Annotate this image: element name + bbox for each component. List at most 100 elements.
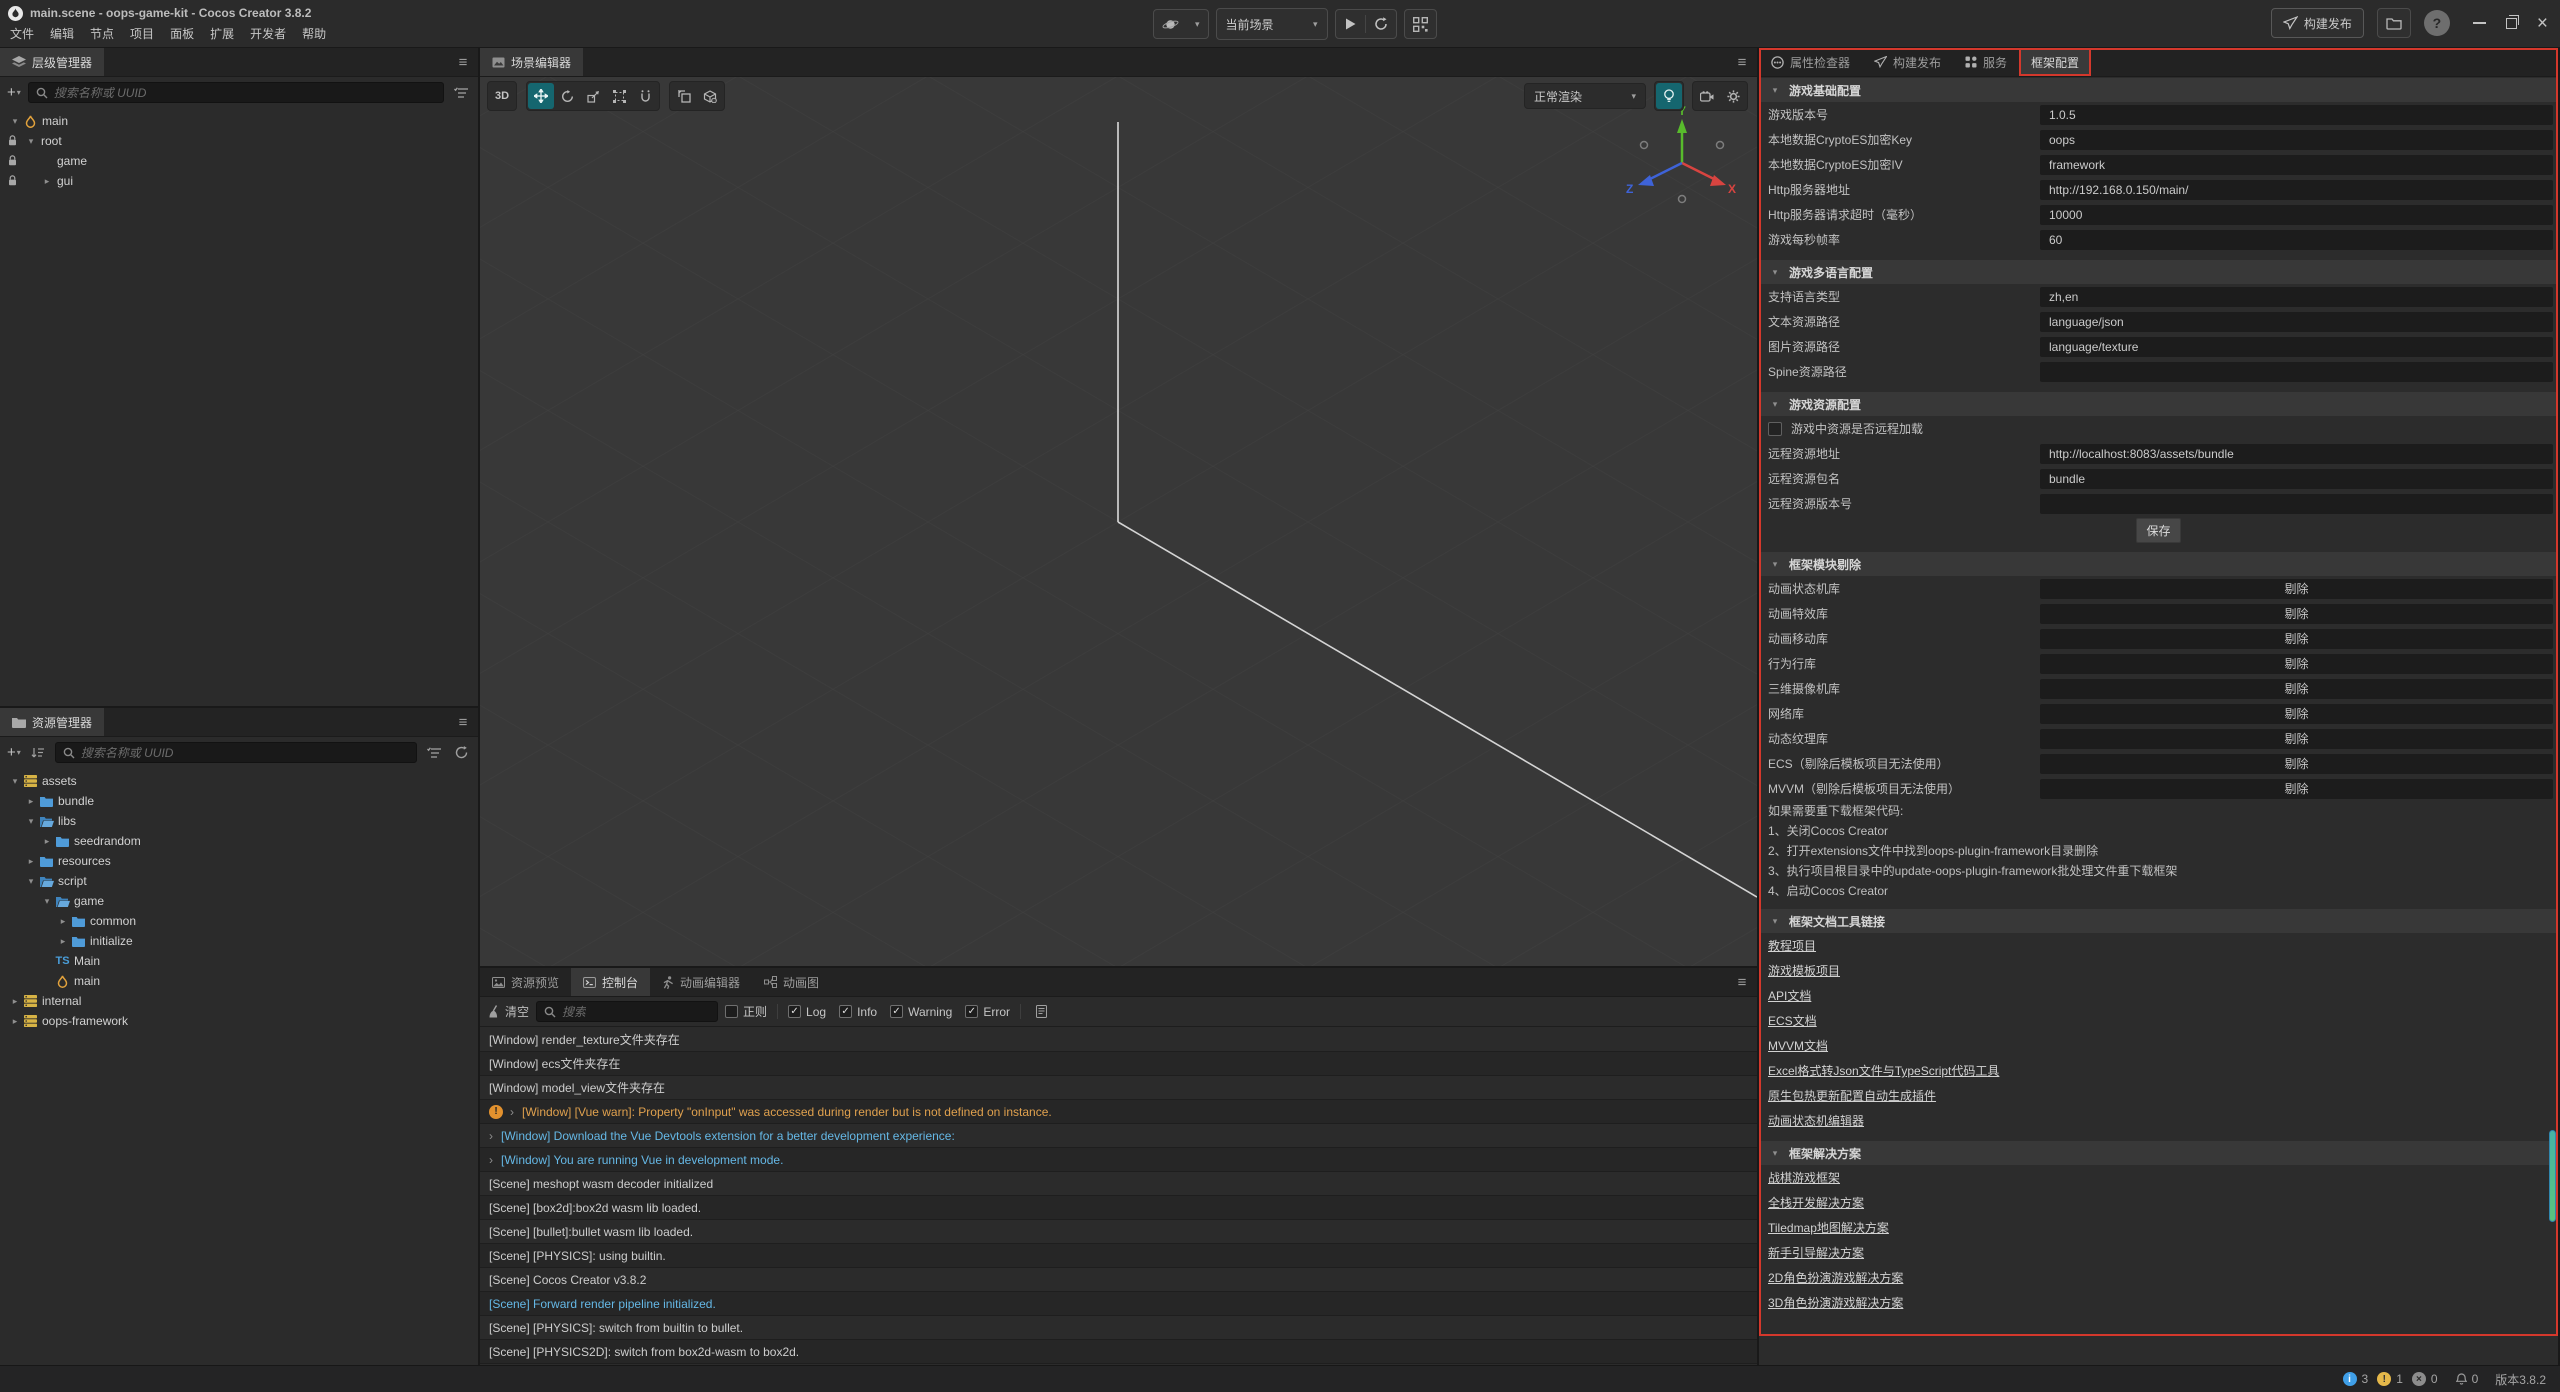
field-input[interactable]: zh,en — [2040, 287, 2553, 307]
console-log-row[interactable]: [Scene] meshopt wasm decoder initialized — [480, 1172, 1757, 1196]
remove-module-button[interactable]: 剔除 — [2040, 579, 2553, 599]
tree-node-internal[interactable]: ▸internal — [0, 991, 478, 1011]
assets-search-input[interactable]: 搜索名称或 UUID — [55, 742, 417, 763]
remove-module-button[interactable]: 剔除 — [2040, 754, 2553, 774]
section-header[interactable]: ▾游戏资源配置 — [1759, 392, 2558, 416]
tree-node-script[interactable]: ▾script — [0, 871, 478, 891]
tree-node-main[interactable]: main — [0, 971, 478, 991]
console-log-row[interactable]: [Scene] [box2d]:box2d wasm lib loaded. — [480, 1196, 1757, 1220]
expand-arrow-icon[interactable]: › — [510, 1105, 514, 1119]
chevron-right-icon[interactable]: ▸ — [8, 1016, 22, 1027]
tab-动画图[interactable]: 动画图 — [752, 968, 831, 996]
chevron-down-icon[interactable]: ▾ — [8, 116, 22, 127]
window-close-button[interactable]: × — [2537, 14, 2548, 33]
filter-log[interactable]: ✓Log — [788, 1005, 826, 1019]
doc-link[interactable]: Tiledmap地图解决方案 — [1768, 1219, 1889, 1236]
chevron-right-icon[interactable]: ▸ — [56, 916, 70, 927]
chevron-right-icon[interactable]: ▸ — [24, 856, 38, 867]
transform-gizmo-button[interactable] — [632, 83, 658, 109]
checkbox-info[interactable]: ✓ — [839, 1005, 852, 1018]
field-input[interactable]: 60 — [2040, 230, 2553, 250]
console-log-row[interactable]: [Scene] [PHYSICS]: using builtin. — [480, 1244, 1757, 1268]
remove-module-button[interactable]: 剔除 — [2040, 704, 2553, 724]
panel-menu-icon[interactable]: ≡ — [448, 48, 478, 76]
doc-link[interactable]: Excel格式转Json文件与TypeScript代码工具 — [1768, 1062, 1999, 1079]
chevron-down-icon[interactable]: ▾ — [8, 776, 22, 787]
refresh-assets-icon[interactable] — [451, 743, 471, 763]
tree-node-common[interactable]: ▸common — [0, 911, 478, 931]
remove-module-button[interactable]: 剔除 — [2040, 629, 2553, 649]
console-log-row[interactable]: [Scene] [PHYSICS]: switch from builtin t… — [480, 1316, 1757, 1340]
console-log-row[interactable]: [Scene] Forward render pipeline initiali… — [480, 1292, 1757, 1316]
remove-module-button[interactable]: 剔除 — [2040, 679, 2553, 699]
save-button[interactable]: 保存 — [2136, 518, 2180, 543]
doc-link[interactable]: MVVM文档 — [1768, 1037, 1828, 1054]
console-log-list[interactable]: [Window] render_texture文件夹存在[Window] ecs… — [480, 1028, 1757, 1365]
tab-控制台[interactable]: 控制台 — [571, 968, 650, 996]
checkbox-error[interactable]: ✓ — [965, 1005, 978, 1018]
expand-arrow-icon[interactable]: › — [489, 1153, 493, 1167]
chevron-down-icon[interactable]: ▾ — [40, 896, 54, 907]
tree-node-oops-framework[interactable]: ▸oops-framework — [0, 1011, 478, 1031]
section-header[interactable]: ▾游戏基础配置 — [1759, 78, 2558, 102]
sort-assets-icon[interactable] — [28, 743, 48, 763]
build-publish-button[interactable]: 构建发布 — [2271, 8, 2364, 38]
create-asset-button[interactable]: +▾ — [7, 746, 21, 760]
window-minimize-button[interactable] — [2473, 22, 2486, 24]
mode-3d-button[interactable]: 3D — [489, 83, 515, 109]
regex-checkbox[interactable] — [725, 1005, 738, 1018]
console-log-row[interactable]: [Scene] [PHYSICS2D]: switch from box2d-w… — [480, 1340, 1757, 1364]
panel-menu-icon[interactable]: ≡ — [448, 708, 478, 736]
axis-gizmo[interactable]: Y X Z — [1626, 104, 1736, 203]
console-log-row[interactable]: [Scene] [bullet]:bullet wasm lib loaded. — [480, 1220, 1757, 1244]
open-project-folder-button[interactable] — [2377, 8, 2411, 38]
render-mode-dropdown[interactable]: 正常渲染 ▾ — [1524, 83, 1646, 109]
move-tool-button[interactable] — [528, 83, 554, 109]
checkbox-log[interactable]: ✓ — [788, 1005, 801, 1018]
tab-服务[interactable]: 服务 — [1953, 48, 2019, 76]
camera-settings-button[interactable] — [1694, 83, 1720, 109]
tree-node-seedrandom[interactable]: ▸seedrandom — [0, 831, 478, 851]
doc-link[interactable]: 战棋游戏框架 — [1768, 1169, 1840, 1186]
section-header[interactable]: ▾游戏多语言配置 — [1759, 260, 2558, 284]
notification-counter[interactable]: 0 — [2456, 1372, 2479, 1386]
remove-module-button[interactable]: 剔除 — [2040, 729, 2553, 749]
preview-target-caret[interactable]: ▾ — [1187, 10, 1208, 38]
menu-item-3[interactable]: 项目 — [122, 25, 162, 42]
rotate-tool-button[interactable] — [554, 83, 580, 109]
tab-构建发布[interactable]: 构建发布 — [1862, 48, 1953, 76]
chevron-down-icon[interactable]: ▾ — [24, 136, 38, 147]
section-header[interactable]: ▾框架解决方案 — [1759, 1141, 2558, 1165]
view-settings-button[interactable] — [1720, 83, 1746, 109]
reload-button[interactable] — [1366, 10, 1396, 38]
console-log-row[interactable]: [Window] render_texture文件夹存在 — [480, 1028, 1757, 1052]
field-input[interactable]: language/json — [2040, 312, 2553, 332]
console-log-row[interactable]: [Scene] Cocos Creator v3.8.2 — [480, 1268, 1757, 1292]
menu-item-4[interactable]: 面板 — [162, 25, 202, 42]
expand-arrow-icon[interactable]: › — [489, 1129, 493, 1143]
doc-link[interactable]: 游戏模板项目 — [1768, 962, 1840, 979]
remove-module-button[interactable]: 剔除 — [2040, 779, 2553, 799]
error-message-counter[interactable]: × 0 — [2412, 1372, 2438, 1386]
pivot-button[interactable] — [671, 83, 697, 109]
tab-资源预览[interactable]: 资源预览 — [480, 968, 571, 996]
menu-item-2[interactable]: 节点 — [82, 25, 122, 42]
field-input[interactable]: framework — [2040, 155, 2553, 175]
field-input[interactable]: bundle — [2040, 469, 2553, 489]
doc-link[interactable]: API文档 — [1768, 987, 1811, 1004]
filter-assets-icon[interactable] — [424, 743, 444, 763]
chevron-right-icon[interactable]: ▸ — [8, 996, 22, 1007]
section-header[interactable]: ▾框架模块剔除 — [1759, 552, 2558, 576]
scale-tool-button[interactable] — [580, 83, 606, 109]
chevron-right-icon[interactable]: ▸ — [40, 176, 54, 187]
menu-item-5[interactable]: 扩展 — [202, 25, 242, 42]
menu-item-6[interactable]: 开发者 — [242, 25, 294, 42]
info-message-counter[interactable]: i 3 — [2343, 1372, 2369, 1386]
filter-warning[interactable]: ✓Warning — [890, 1005, 952, 1019]
menu-item-1[interactable]: 编辑 — [42, 25, 82, 42]
menu-item-0[interactable]: 文件 — [2, 25, 42, 42]
tree-node-root[interactable]: ▾root — [0, 131, 478, 151]
console-log-row[interactable]: !›[Window] [Vue warn]: Property "onInput… — [480, 1100, 1757, 1124]
checkbox[interactable] — [1768, 422, 1782, 436]
clear-console-button[interactable]: 清空 — [487, 1003, 529, 1020]
